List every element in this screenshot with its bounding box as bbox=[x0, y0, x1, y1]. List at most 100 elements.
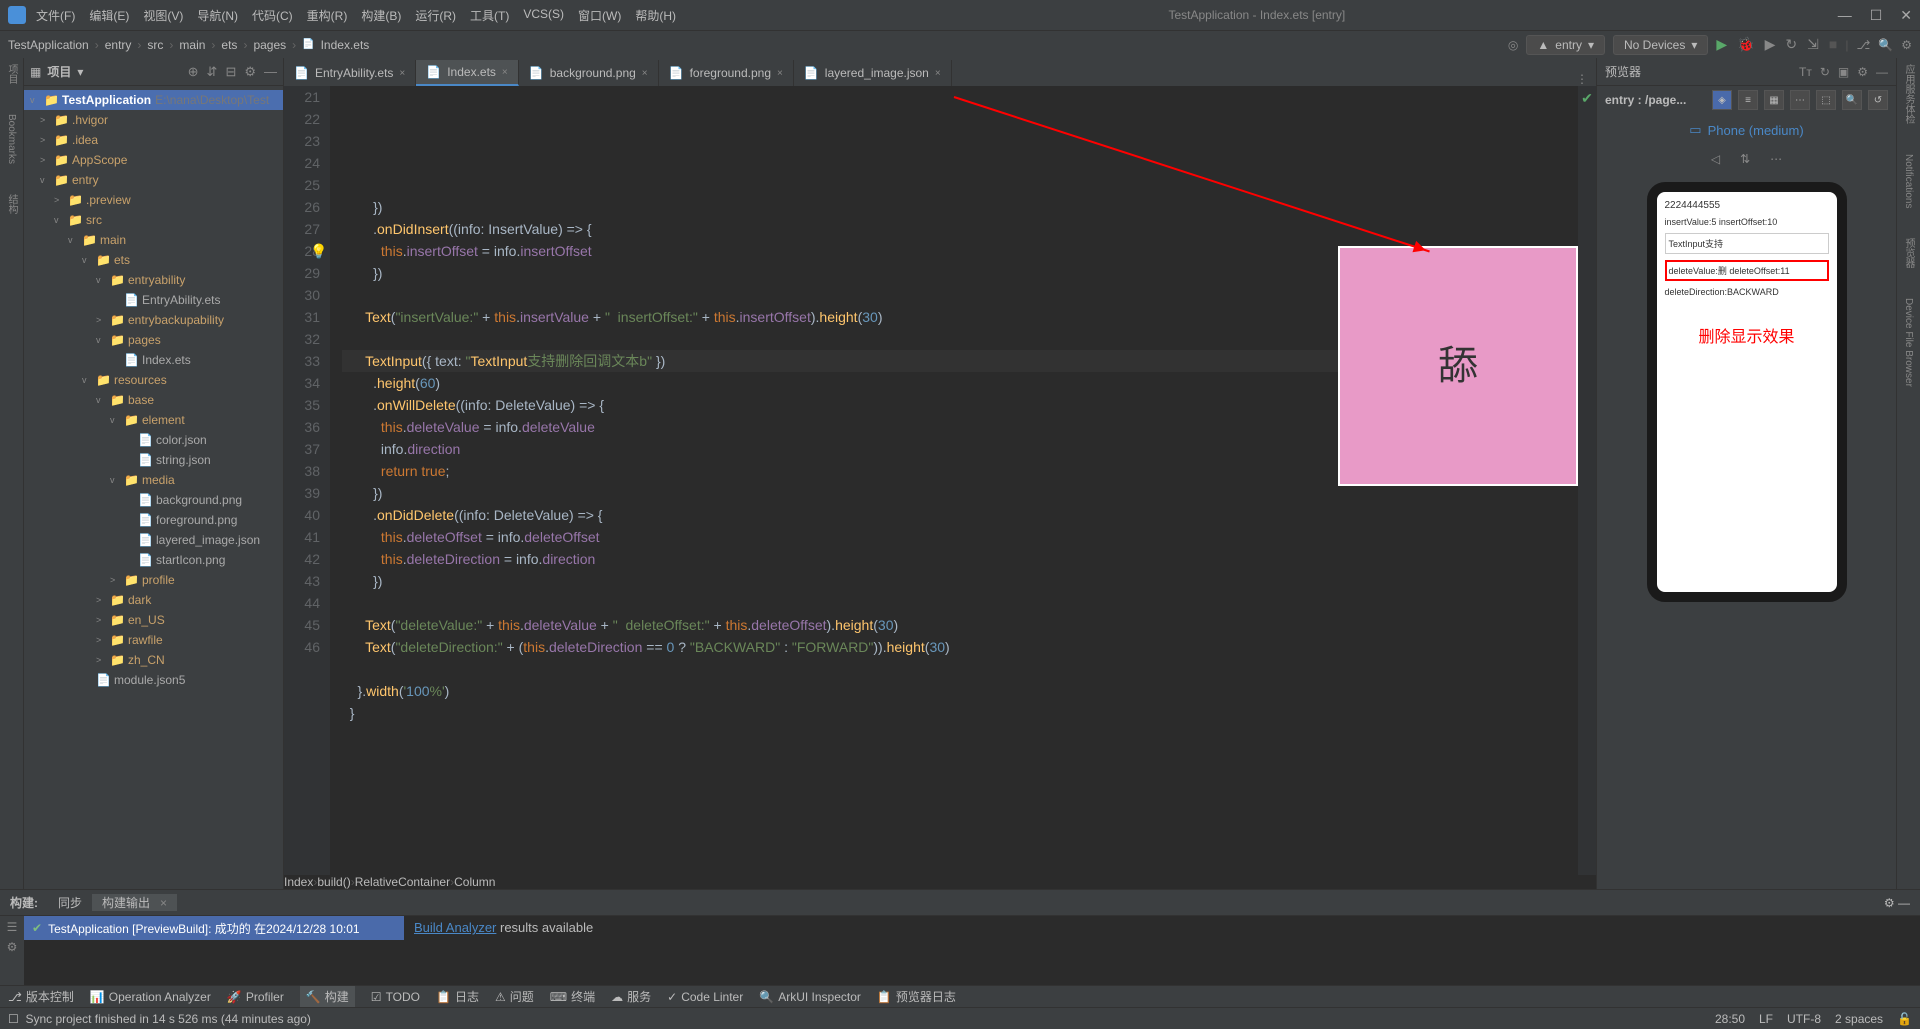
mode1-icon[interactable]: ◈ bbox=[1712, 90, 1732, 110]
intention-bulb-icon[interactable]: 💡 bbox=[310, 240, 327, 262]
tree-node[interactable]: v📁entry bbox=[24, 170, 283, 190]
build-filter-icon[interactable]: ⚙ bbox=[7, 940, 18, 954]
editor-breadcrumbs[interactable]: Index›build()›RelativeContainer›Column bbox=[284, 875, 1596, 889]
line-ending[interactable]: LF bbox=[1759, 1012, 1773, 1026]
hide-icon[interactable]: — bbox=[264, 64, 277, 80]
hide-icon[interactable]: — bbox=[1876, 65, 1888, 79]
maximize-icon[interactable]: ☐ bbox=[1870, 7, 1883, 24]
tool-window-button[interactable]: ✓ Code Linter bbox=[667, 990, 743, 1004]
build-tree-icon[interactable]: ☰ bbox=[7, 920, 18, 934]
tool-window-button[interactable]: ⚠ 问题 bbox=[495, 988, 534, 1005]
tool-window-button[interactable]: 🔍 ArkUI Inspector bbox=[759, 990, 861, 1004]
menu-item[interactable]: 帮助(H) bbox=[635, 7, 676, 24]
menu-item[interactable]: 重构(R) bbox=[307, 7, 348, 24]
dots-icon[interactable]: ⋯ bbox=[1770, 152, 1782, 166]
tree-node[interactable]: v📁ets bbox=[24, 250, 283, 270]
grid-icon[interactable]: ▦ bbox=[1764, 90, 1784, 110]
zoom-icon[interactable]: 🔍 bbox=[1842, 90, 1862, 110]
left-stripe-button[interactable]: 项目 bbox=[4, 64, 19, 84]
indent[interactable]: 2 spaces bbox=[1835, 1012, 1883, 1026]
tree-node[interactable]: >📁dark bbox=[24, 590, 283, 610]
tree-node[interactable]: 📄EntryAbility.ets bbox=[24, 290, 283, 310]
tree-root[interactable]: v📁TestApplication E:\nana\Desktop\Test bbox=[24, 90, 283, 110]
no-problems-icon[interactable]: ✔ bbox=[1581, 90, 1593, 875]
tool-window-button[interactable]: ☑ TODO bbox=[371, 990, 420, 1004]
device-dropdown[interactable]: No Devices ▾ bbox=[1613, 35, 1708, 55]
tree-node[interactable]: v📁src bbox=[24, 210, 283, 230]
editor-tab[interactable]: 📄background.png× bbox=[519, 60, 659, 86]
tree-node[interactable]: v📁pages bbox=[24, 330, 283, 350]
tool-window-button[interactable]: ☁ 服务 bbox=[611, 988, 651, 1005]
tool-window-button[interactable]: 🚀 Profiler bbox=[227, 990, 284, 1004]
tree-node[interactable]: >📁en_US bbox=[24, 610, 283, 630]
menu-item[interactable]: 窗口(W) bbox=[578, 7, 621, 24]
tool-window-button[interactable]: 📋 日志 bbox=[436, 988, 479, 1005]
menu-item[interactable]: 视图(V) bbox=[143, 7, 183, 24]
project-tree[interactable]: v📁TestApplication E:\nana\Desktop\Test>📁… bbox=[24, 86, 283, 889]
tree-node[interactable]: 📄string.json bbox=[24, 450, 283, 470]
right-stripe-button[interactable]: 预览器 bbox=[1901, 238, 1916, 268]
encoding[interactable]: UTF-8 bbox=[1787, 1012, 1821, 1026]
build-gear-icon[interactable]: ⚙ — bbox=[1874, 896, 1920, 910]
menu-item[interactable]: 运行(R) bbox=[415, 7, 456, 24]
left-stripe-button[interactable]: 结构 bbox=[4, 194, 19, 214]
editor-tab[interactable]: 📄EntryAbility.ets× bbox=[284, 60, 416, 86]
menu-item[interactable]: 文件(F) bbox=[36, 7, 75, 24]
menu-item[interactable]: 导航(N) bbox=[197, 7, 238, 24]
coverage-icon[interactable]: ▶ bbox=[1765, 36, 1776, 53]
tree-node[interactable]: >📁AppScope bbox=[24, 150, 283, 170]
tree-node[interactable]: 📄startIcon.png bbox=[24, 550, 283, 570]
code-editor[interactable]: 2122232425262728293031323334353637383940… bbox=[284, 86, 1596, 875]
crumb-segment[interactable]: TestApplication bbox=[8, 38, 89, 52]
right-stripe-button[interactable]: Notifications bbox=[1903, 154, 1914, 208]
breadcrumb[interactable]: TestApplication›entry›src›main›ets›pages… bbox=[8, 38, 369, 52]
attach-icon[interactable]: ⇲ bbox=[1807, 36, 1819, 53]
editor-crumb[interactable]: Index bbox=[284, 875, 313, 889]
mode2-icon[interactable]: ≡ bbox=[1738, 90, 1758, 110]
tree-node[interactable]: 📄background.png bbox=[24, 490, 283, 510]
tree-node[interactable]: v📁base bbox=[24, 390, 283, 410]
code-content[interactable]: 💡 舔 }) .onDidInsert((info: InsertValue) … bbox=[330, 86, 1578, 875]
crumb-segment[interactable]: Index.ets bbox=[321, 38, 370, 52]
run-icon[interactable]: ▶ bbox=[1716, 36, 1727, 53]
build-status[interactable]: ✔ TestApplication [PreviewBuild]: 成功的 在2… bbox=[24, 916, 404, 940]
gear-icon[interactable]: ⚙ bbox=[244, 64, 256, 80]
right-stripe-button[interactable]: 应用服务体检 bbox=[1901, 64, 1916, 124]
tree-node[interactable]: >📁zh_CN bbox=[24, 650, 283, 670]
collapse-icon[interactable]: ⊟ bbox=[225, 64, 236, 80]
editor-tab[interactable]: 📄foreground.png× bbox=[659, 60, 794, 86]
crumb-segment[interactable]: src bbox=[147, 38, 163, 52]
settings-icon[interactable]: ⚙ bbox=[1901, 38, 1912, 52]
cursor-position[interactable]: 28:50 bbox=[1715, 1012, 1745, 1026]
crumb-segment[interactable]: ets bbox=[221, 38, 237, 52]
fit-icon[interactable]: ⬚ bbox=[1816, 90, 1836, 110]
stop-icon[interactable]: ■ bbox=[1829, 36, 1837, 53]
reset-icon[interactable]: ↺ bbox=[1868, 90, 1888, 110]
debug-icon[interactable]: 🐞 bbox=[1737, 36, 1754, 53]
crumb-segment[interactable]: main bbox=[179, 38, 205, 52]
tree-node[interactable]: >📁.preview bbox=[24, 190, 283, 210]
left-stripe-button[interactable]: Bookmarks bbox=[6, 114, 17, 164]
tree-node[interactable]: 📄Index.ets bbox=[24, 350, 283, 370]
tool-window-button[interactable]: 🔨 构建 bbox=[300, 986, 355, 1007]
back-icon[interactable]: ◁ bbox=[1711, 152, 1720, 166]
locate-icon[interactable]: ⊕ bbox=[188, 64, 199, 80]
tree-node[interactable]: v📁element bbox=[24, 410, 283, 430]
editor-crumb[interactable]: build() bbox=[317, 875, 350, 889]
tree-node[interactable]: >📁entrybackupability bbox=[24, 310, 283, 330]
crumb-segment[interactable]: pages bbox=[253, 38, 286, 52]
tabs-more-icon[interactable]: ⋮ bbox=[1568, 72, 1596, 86]
restart-icon[interactable]: ↻ bbox=[1785, 36, 1797, 53]
right-stripe-button[interactable]: Device File Browser bbox=[1903, 298, 1914, 387]
tree-node[interactable]: v📁main bbox=[24, 230, 283, 250]
tree-node[interactable]: >📁.hvigor bbox=[24, 110, 283, 130]
menu-item[interactable]: 工具(T) bbox=[470, 7, 509, 24]
more-icon[interactable]: ⋯ bbox=[1790, 90, 1810, 110]
menu-item[interactable]: 构建(B) bbox=[361, 7, 401, 24]
crumb-segment[interactable]: entry bbox=[105, 38, 132, 52]
editor-crumb[interactable]: RelativeContainer bbox=[355, 875, 450, 889]
tree-node[interactable]: >📁.idea bbox=[24, 130, 283, 150]
menu-item[interactable]: 编辑(E) bbox=[89, 7, 129, 24]
build-output-tab[interactable]: 构建输出 × bbox=[92, 894, 177, 911]
close-icon[interactable]: ✕ bbox=[1900, 7, 1912, 24]
